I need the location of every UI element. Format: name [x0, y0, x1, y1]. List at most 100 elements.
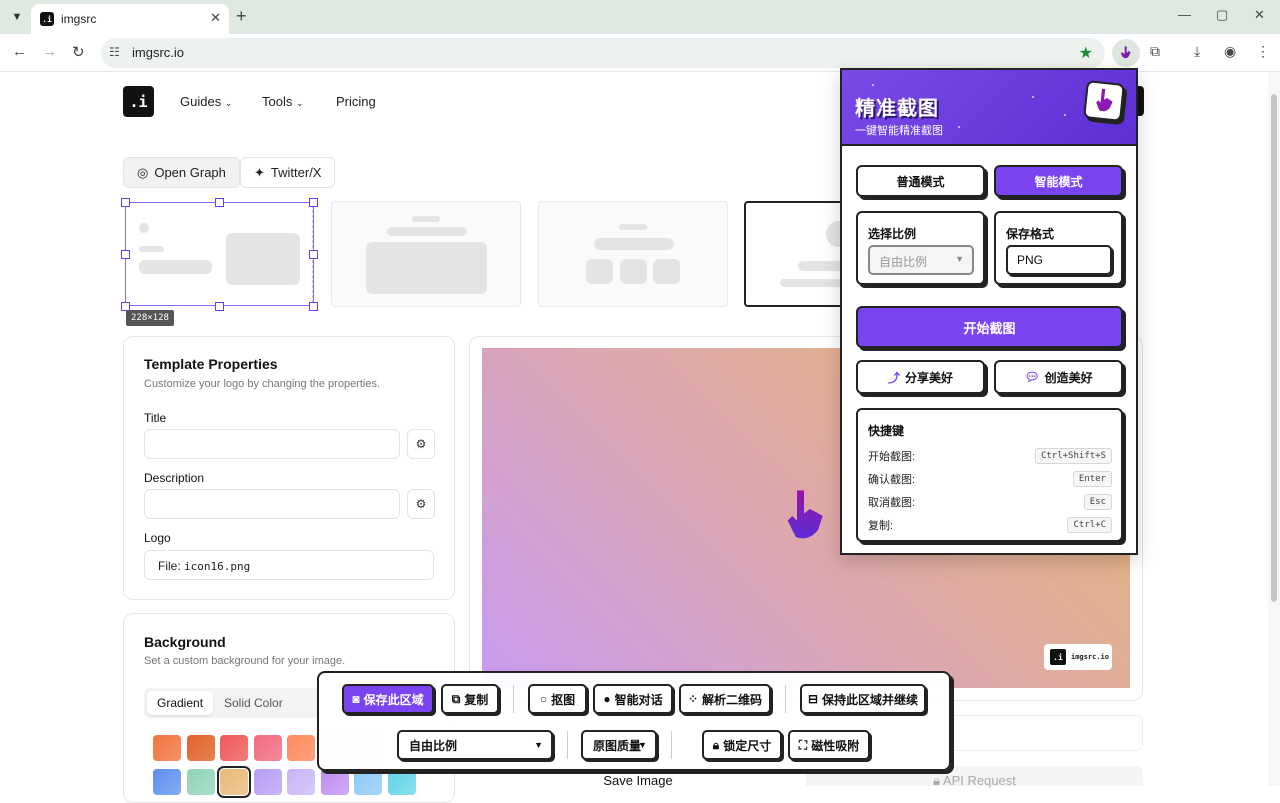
shortcut-key: Ctrl+C	[1067, 517, 1112, 533]
share-button[interactable]: ⤴ 分享美好	[856, 360, 985, 394]
create-button[interactable]: 💬︎ 创造美好	[994, 360, 1123, 394]
cutout-label: 抠图	[551, 692, 576, 707]
nav-tools[interactable]: Tools ⌄	[262, 94, 304, 109]
nav-pricing[interactable]: Pricing	[336, 94, 376, 109]
close-window-icon[interactable]: ✕	[1254, 7, 1265, 23]
placeholder-line	[780, 279, 844, 287]
download-icon[interactable]: ⤓	[1194, 43, 1200, 60]
bookmark-star-icon[interactable]: ★	[1079, 43, 1093, 63]
scrollbar-thumb[interactable]	[1271, 94, 1277, 602]
nav-guides[interactable]: Guides ⌄	[180, 94, 232, 109]
card-title: Template Properties	[144, 356, 278, 372]
resize-handle-se[interactable]	[309, 302, 318, 311]
placeholder-block	[653, 259, 680, 284]
lock-size-button[interactable]: 🔒︎ 锁定尺寸	[702, 730, 782, 760]
tab-gradient[interactable]: Gradient	[147, 691, 214, 715]
description-input[interactable]	[144, 489, 400, 519]
tab-solid-color[interactable]: Solid Color	[214, 691, 293, 715]
gradient-swatch[interactable]	[217, 766, 251, 798]
pointer-hand-icon	[787, 490, 823, 539]
smart-chat-button[interactable]: ● 智能对话	[593, 684, 673, 714]
resize-handle-s[interactable]	[215, 302, 224, 311]
smart-mode-button[interactable]: 智能模式	[994, 165, 1123, 197]
gradient-swatch[interactable]	[253, 769, 282, 795]
ratio-dropdown-label: 自由比例	[409, 738, 458, 753]
gradient-swatch[interactable]	[287, 769, 315, 795]
copy-label: 复制	[464, 692, 489, 707]
resize-handle-nw[interactable]	[121, 198, 130, 207]
back-icon[interactable]: ←	[12, 43, 27, 60]
cutout-button[interactable]: ○ 抠图	[528, 684, 587, 714]
profile-avatar-icon[interactable]: ◉	[1224, 43, 1236, 60]
copy-button[interactable]: ⧉ 复制	[441, 684, 499, 714]
close-tab-icon[interactable]: ✕	[210, 10, 221, 26]
gradient-swatch[interactable]	[153, 735, 181, 761]
save-region-button[interactable]: ◙ 保存此区域	[342, 684, 434, 714]
template-thumb-4[interactable]	[744, 201, 846, 307]
site-logo[interactable]: .i	[123, 86, 154, 117]
site-info-icon[interactable]: ☷	[109, 45, 120, 59]
new-tab-icon[interactable]: +	[236, 6, 247, 27]
shortcut-row: 开始截图: Ctrl+Shift+S	[868, 448, 1112, 466]
screenshot-extension-popup: 精准截图 一键智能精准截图 普通模式 智能模式 选择比例 自由比例 ▼ 保存格式…	[840, 68, 1138, 555]
gradient-swatch[interactable]	[287, 735, 315, 761]
tab-search-button[interactable]: ▼	[6, 6, 28, 28]
gradient-swatch[interactable]	[354, 769, 382, 795]
normal-mode-button[interactable]: 普通模式	[856, 165, 985, 197]
divider	[785, 685, 786, 713]
quality-dropdown[interactable]: 原图质量 ▼	[581, 730, 657, 760]
shortcut-label: 取消截图:	[868, 497, 916, 509]
chat-icon: ●	[603, 692, 611, 706]
ratio-select[interactable]: 自由比例 ▼	[868, 245, 974, 275]
gradient-swatch[interactable]	[153, 769, 181, 795]
keep-region-label: 保持此区域并继续	[822, 692, 919, 707]
reload-icon[interactable]: ↻	[72, 43, 85, 61]
watermark-text: imgsrc.io	[1071, 653, 1109, 661]
shortcut-label: 开始截图:	[868, 451, 916, 463]
shortcut-row: 复制: Ctrl+C	[868, 517, 1112, 535]
sliders-icon[interactable]: ⚙	[407, 429, 435, 459]
title-label: Title	[144, 411, 167, 425]
gradient-swatch[interactable]	[387, 769, 416, 795]
tab-twitter-label: Twitter/X	[270, 165, 322, 180]
screenshot-extension-icon[interactable]	[1112, 39, 1140, 67]
chat-bubble-icon: 💬︎	[1024, 370, 1040, 384]
logo-file-input[interactable]: File: icon16.png	[144, 550, 434, 580]
qr-decode-button[interactable]: ⁘ 解析二维码	[679, 684, 771, 714]
format-input[interactable]: PNG	[1006, 245, 1112, 275]
resize-handle-n[interactable]	[215, 198, 224, 207]
extensions-puzzle-icon[interactable]: ⧉	[1150, 43, 1160, 60]
minimize-icon[interactable]: —	[1178, 7, 1191, 22]
tab-open-graph[interactable]: ◎ Open Graph	[123, 157, 240, 188]
template-thumb-2[interactable]	[331, 201, 521, 307]
gradient-swatch[interactable]	[253, 735, 282, 761]
resize-handle-w[interactable]	[121, 250, 130, 259]
magnet-snap-button[interactable]: ⛶ 磁性吸附	[788, 730, 870, 760]
gradient-swatch[interactable]	[186, 769, 215, 795]
browser-tab[interactable]: .i imgsrc ✕	[31, 4, 229, 34]
gradient-swatch[interactable]	[220, 735, 248, 761]
resize-handle-e[interactable]	[309, 250, 318, 259]
tab-twitter[interactable]: ✦ Twitter/X	[240, 157, 336, 188]
start-capture-button[interactable]: 开始截图	[856, 306, 1123, 348]
sliders-icon[interactable]: ⚙	[407, 489, 435, 519]
popup-subtitle: 一键智能精准截图	[855, 125, 943, 137]
placeholder-line	[594, 238, 674, 250]
maximize-icon[interactable]: ▢	[1216, 7, 1228, 23]
capture-selection-frame[interactable]	[125, 202, 314, 306]
forward-icon[interactable]: →	[42, 43, 57, 60]
page-scrollbar[interactable]	[1268, 72, 1280, 786]
menu-kebab-icon[interactable]: ⋮	[1256, 43, 1270, 60]
title-input[interactable]	[144, 429, 400, 459]
divider	[567, 731, 568, 759]
twitter-bird-icon: ✦	[254, 164, 265, 180]
ratio-dropdown[interactable]: 自由比例 ▼	[397, 730, 553, 760]
template-thumb-3[interactable]	[538, 201, 728, 307]
shortcut-key: Esc	[1083, 494, 1112, 510]
resize-handle-ne[interactable]	[309, 198, 318, 207]
address-bar[interactable]: ☷ imgsrc.io ★	[101, 38, 1105, 68]
gradient-swatch[interactable]	[320, 769, 349, 795]
gradient-swatch[interactable]	[186, 735, 215, 761]
smart-chat-label: 智能对话	[614, 692, 663, 707]
keep-region-button[interactable]: ⊟ 保持此区域并继续	[800, 684, 926, 714]
